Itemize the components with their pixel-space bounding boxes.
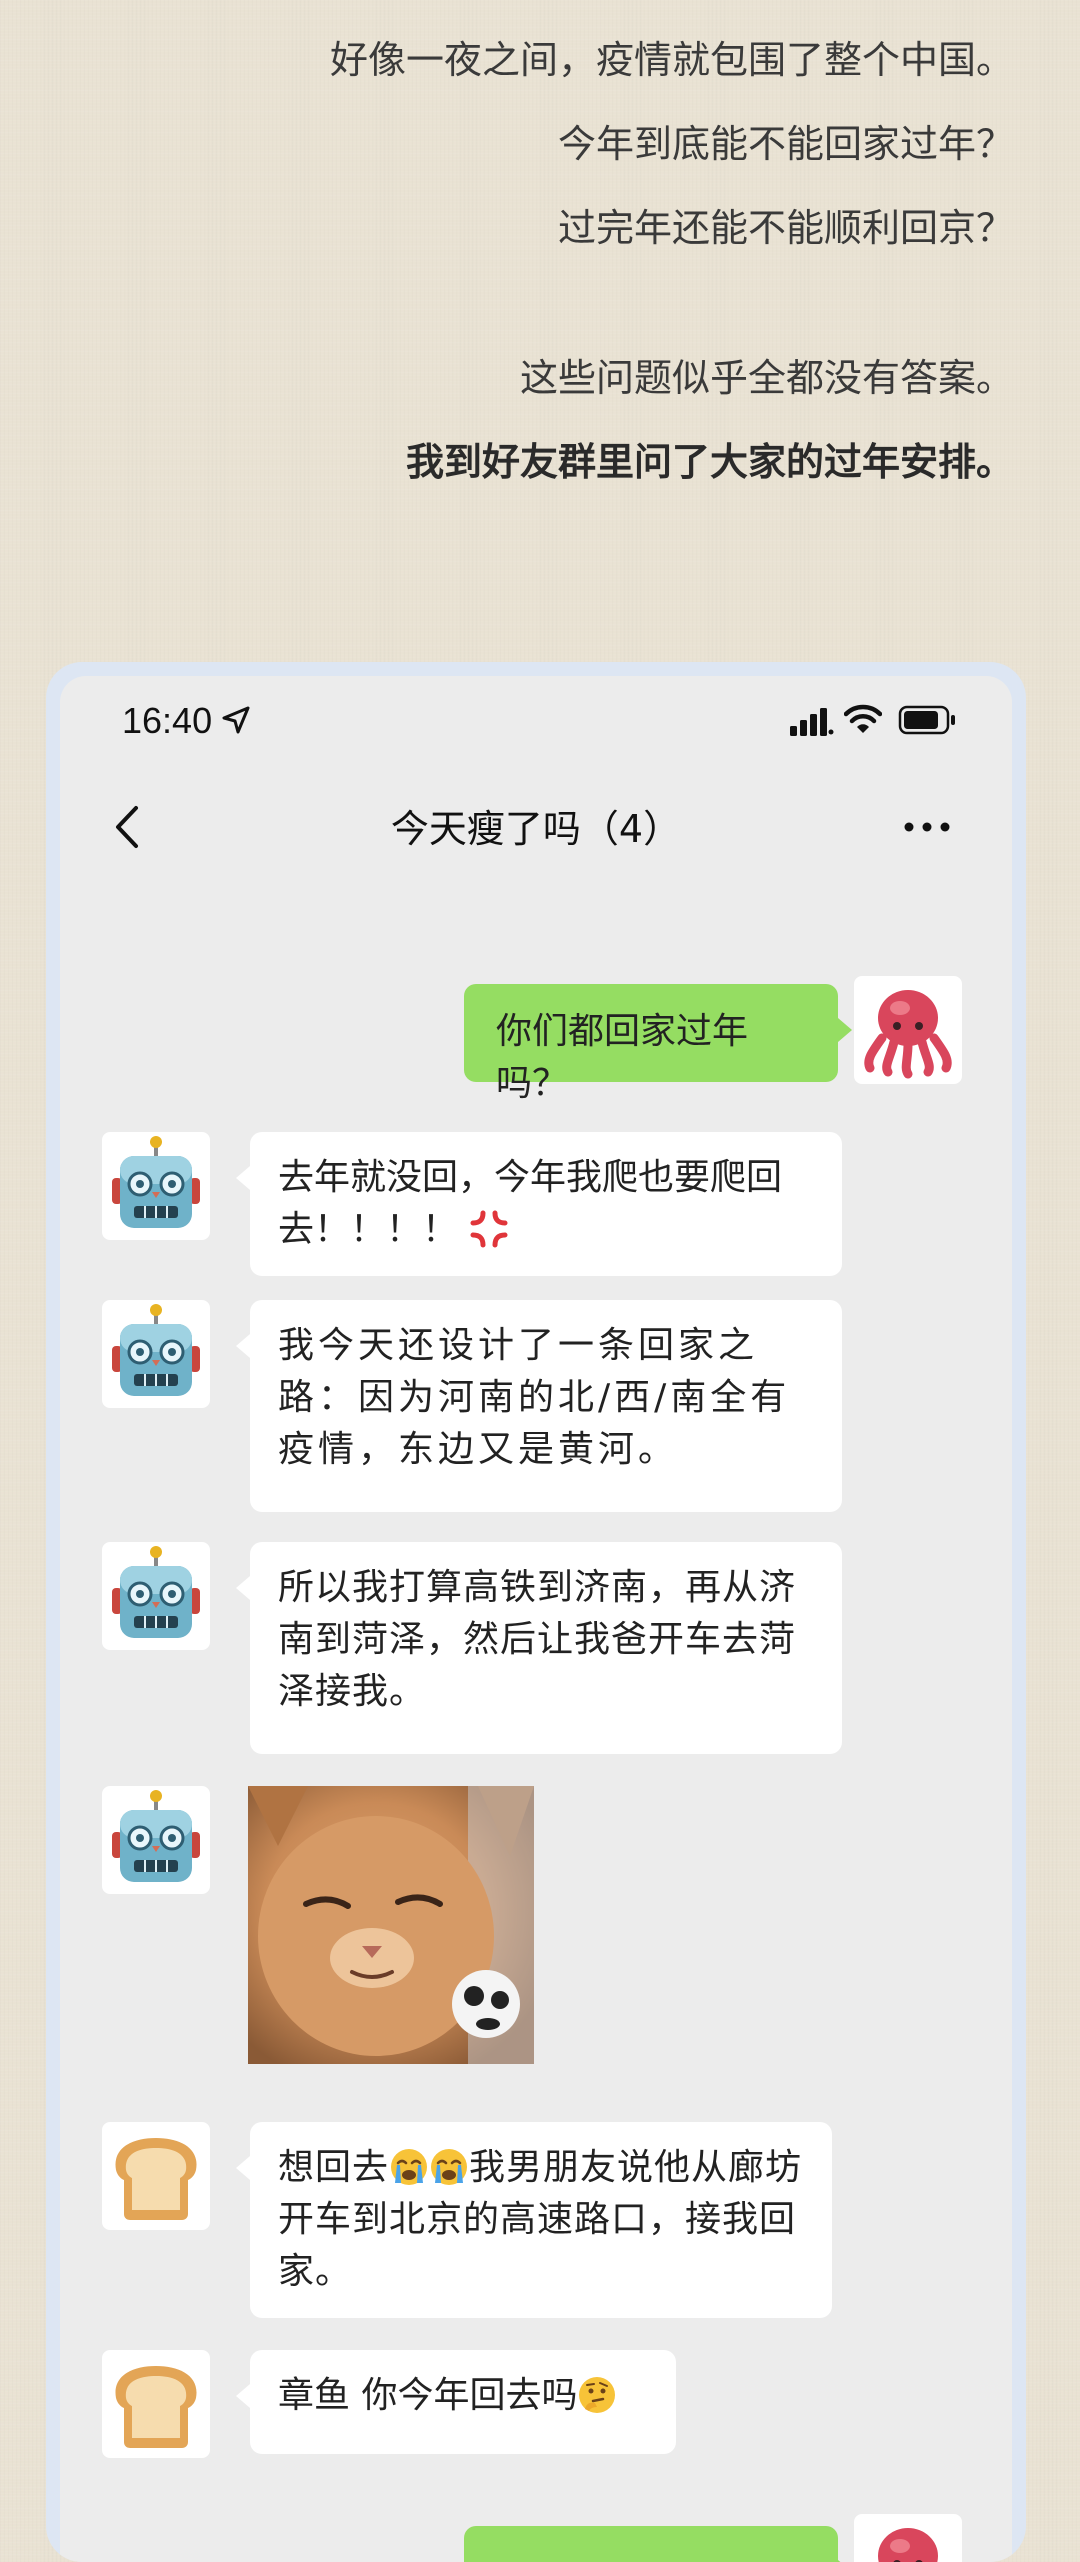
- message-bubble-other[interactable]: 想回去 我男朋友说他从廊坊开车到北京的高速路口，接我回家。: [236, 2122, 832, 2318]
- wifi-icon: [844, 704, 882, 733]
- message-bubble-other[interactable]: 去年就没回，今年我爬也要爬回去！！！！: [236, 1132, 842, 1276]
- more-options-icon[interactable]: [902, 812, 952, 842]
- location-arrow-icon: [222, 706, 250, 734]
- thinking-face-icon: [579, 2377, 616, 2413]
- crying-face-icon: [431, 2149, 468, 2185]
- avatar-bread[interactable]: [102, 2122, 210, 2230]
- phone-frame: 16:40 今天瘦了吗（4） 你们都回家过年吗？ 去年就没回，今年我爬也要爬回去…: [46, 662, 1026, 2562]
- anger-symbol-icon: [470, 1210, 508, 1248]
- intro-line: 今年到底能不能回家过年？: [557, 122, 1014, 166]
- message-text: 去年就没回，今年我爬也要爬回去！！！！: [278, 1157, 783, 1250]
- message-text: 想回去: [278, 2147, 390, 2188]
- bread-icon: [115, 2366, 197, 2448]
- avatar-octopus[interactable]: [854, 976, 962, 1084]
- robot-icon: [112, 1546, 200, 1638]
- intro-text: 好像一夜之间，疫情就包围了整个中国。 今年到底能不能回家过年？ 过完年还能不能顺…: [74, 18, 1014, 504]
- robot-icon: [112, 1136, 200, 1228]
- robot-icon: [112, 1790, 200, 1882]
- message-text: 章鱼 你今年回去吗: [278, 2375, 578, 2416]
- intro-line-bold: 我到好友群里问了大家的过年安排。: [405, 440, 1014, 484]
- cat-sticker-image[interactable]: [248, 1786, 534, 2064]
- avatar-octopus[interactable]: [854, 2514, 962, 2562]
- octopus-icon: [864, 990, 952, 1079]
- crying-face-icon: [391, 2149, 428, 2185]
- message-bubble-self[interactable]: [464, 2526, 852, 2562]
- status-bar: 16:40: [60, 676, 1012, 772]
- message-bubble-other[interactable]: 章鱼 你今年回去吗: [236, 2350, 676, 2454]
- avatar-bread[interactable]: [102, 2350, 210, 2458]
- intro-line: 过完年还能不能顺利回京？: [557, 206, 1014, 250]
- chat-header: 今天瘦了吗（4）: [60, 786, 1012, 866]
- avatar-robot[interactable]: [102, 1300, 210, 1408]
- battery-icon: [898, 705, 955, 735]
- chat-title: 今天瘦了吗（4）: [390, 807, 682, 851]
- message-bubble-other[interactable]: 我今天还设计了一条回家之路：因为河南的北/西/南全有疫情，东边又是黄河。: [236, 1300, 842, 1512]
- avatar-robot[interactable]: [102, 1132, 210, 1240]
- avatar-robot[interactable]: [102, 1786, 210, 1894]
- avatar-robot[interactable]: [102, 1542, 210, 1650]
- cellular-signal-icon: [790, 708, 834, 736]
- intro-line: 这些问题似乎全都没有答案。: [519, 356, 1014, 400]
- chat-screen: 16:40 今天瘦了吗（4） 你们都回家过年吗？ 去年就没回，今年我爬也要爬回去…: [60, 676, 1012, 2562]
- status-time: 16:40: [122, 700, 213, 741]
- robot-icon: [112, 1304, 200, 1396]
- bread-icon: [115, 2138, 197, 2220]
- intro-line: 好像一夜之间，疫情就包围了整个中国。: [329, 38, 1014, 82]
- octopus-icon: [878, 2528, 938, 2562]
- message-bubble-self[interactable]: 你们都回家过年吗？: [464, 984, 852, 1104]
- message-bubble-other[interactable]: 所以我打算高铁到济南，再从济南到菏泽，然后让我爸开车去菏泽接我。: [236, 1542, 842, 1754]
